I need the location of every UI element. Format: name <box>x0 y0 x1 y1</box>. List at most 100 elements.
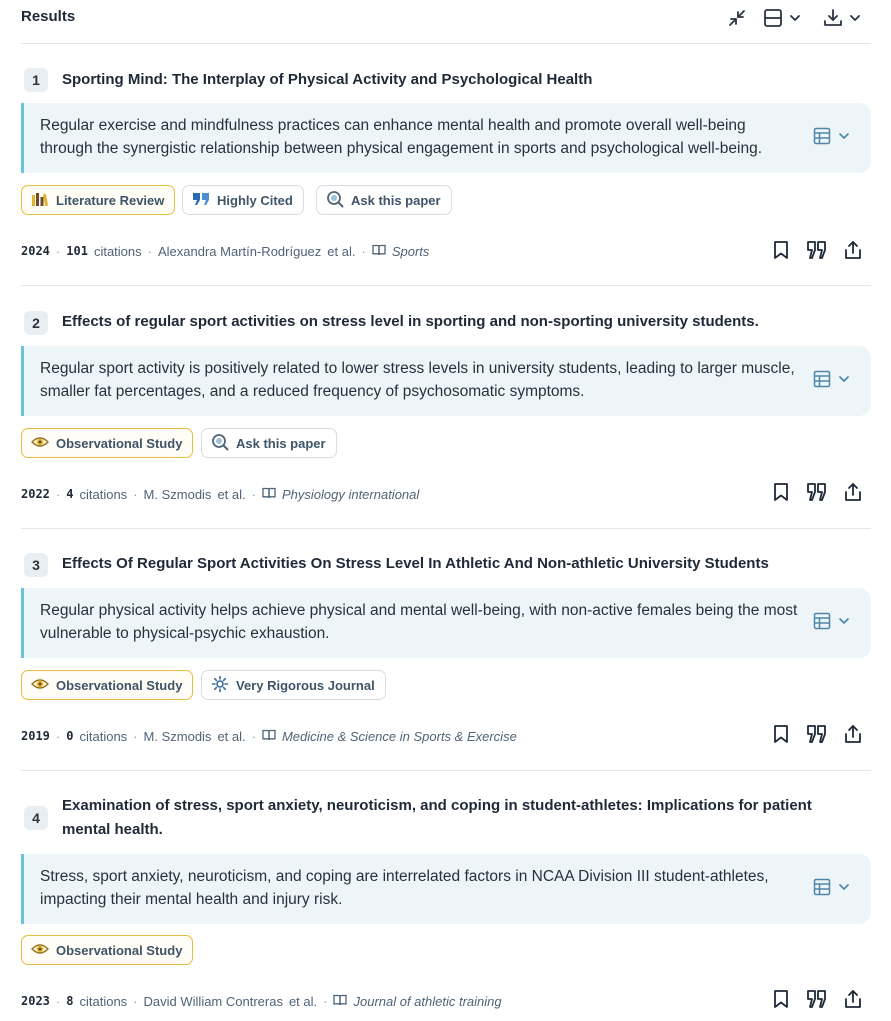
summary-box: Regular physical activity helps achieve … <box>21 588 871 658</box>
citation-count: 4 <box>66 487 74 501</box>
year: 2022 <box>21 487 50 501</box>
result-actions <box>769 482 865 506</box>
result-meta: 2023 · 8 citations · David William Contr… <box>21 993 502 1009</box>
bookmark-button[interactable] <box>769 240 793 264</box>
divider <box>21 528 871 529</box>
result-title[interactable]: Effects of regular sport activities on s… <box>62 310 842 334</box>
result-number: 4 <box>24 806 48 830</box>
result-title[interactable]: Sporting Mind: The Interplay of Physical… <box>62 68 842 92</box>
author-link[interactable]: Alexandra Martín-Rodríguez <box>158 244 321 259</box>
collapse-icon <box>726 7 748 29</box>
tag-observational-study[interactable]: Observational Study <box>21 428 194 458</box>
journal-book-icon <box>372 244 386 259</box>
journal-name[interactable]: Sports <box>392 244 430 259</box>
table-icon <box>813 127 831 150</box>
collapse-button[interactable] <box>726 6 748 30</box>
summary-expand-toggle[interactable] <box>813 878 855 900</box>
result-item: 4 Examination of stress, sport anxiety, … <box>21 787 871 1019</box>
author-link[interactable]: M. Szmodis <box>144 487 212 502</box>
et-al: et al. <box>217 728 246 744</box>
summary-text: Stress, sport anxiety, neuroticism, and … <box>40 868 769 908</box>
journal-name[interactable]: Journal of athletic training <box>353 994 501 1009</box>
share-button[interactable] <box>841 989 865 1013</box>
tag-very-rigorous-journal[interactable]: Very Rigorous Journal <box>201 670 386 700</box>
page-title: Results <box>21 8 76 25</box>
tag-label: Ask this paper <box>236 435 326 451</box>
tag-observational-study[interactable]: Observational Study <box>21 670 194 700</box>
chevron-down-icon <box>837 129 851 148</box>
summary-box: Stress, sport anxiety, neuroticism, and … <box>21 854 871 924</box>
summary-text: Regular exercise and mindfulness practic… <box>40 117 763 157</box>
share-button[interactable] <box>841 240 865 264</box>
author-link[interactable]: M. Szmodis <box>144 729 212 744</box>
eye-icon <box>31 942 49 959</box>
result-meta: 2024 · 101 citations · Alexandra Martín-… <box>21 243 430 259</box>
journal-name[interactable]: Medicine & Science in Sports & Exercise <box>282 729 517 744</box>
magnifier-icon <box>326 190 344 211</box>
cite-button[interactable] <box>805 989 829 1013</box>
result-number: 2 <box>24 311 48 335</box>
tag-highly-cited[interactable]: Highly Cited <box>182 185 304 215</box>
cite-button[interactable] <box>805 482 829 506</box>
tag-label: Ask this paper <box>351 192 441 208</box>
author-link[interactable]: David William Contreras <box>144 994 283 1009</box>
citations-label: citations <box>79 993 128 1009</box>
journal-name[interactable]: Physiology international <box>282 487 419 502</box>
share-button[interactable] <box>841 482 865 506</box>
gear-icon <box>211 675 229 696</box>
share-button[interactable] <box>841 724 865 748</box>
tag-label: Observational Study <box>56 435 183 451</box>
bookmark-button[interactable] <box>769 989 793 1013</box>
et-al: et al. <box>327 243 356 259</box>
eye-icon <box>31 435 49 452</box>
share-icon <box>844 240 862 265</box>
tag-label: Observational Study <box>56 677 183 693</box>
journal-book-icon <box>262 487 276 502</box>
download-icon <box>822 7 844 29</box>
summary-expand-toggle[interactable] <box>813 127 855 149</box>
eye-icon <box>31 677 49 694</box>
layout-icon <box>762 7 784 29</box>
result-item: 2 Effects of regular sport activities on… <box>21 302 871 512</box>
et-al: et al. <box>288 993 318 1009</box>
bookmark-icon <box>773 989 789 1014</box>
bookmark-button[interactable] <box>769 482 793 506</box>
layout-menu-button[interactable] <box>762 6 802 30</box>
share-icon <box>844 989 862 1014</box>
results-header: Results <box>21 0 871 44</box>
citation-count: 8 <box>66 994 74 1008</box>
cite-button[interactable] <box>805 240 829 264</box>
quote-icon <box>806 482 828 507</box>
bookmark-button[interactable] <box>769 724 793 748</box>
quote-badge-icon <box>192 191 210 210</box>
chevron-down-icon <box>837 880 851 899</box>
download-menu-button[interactable] <box>822 6 862 30</box>
result-number: 3 <box>24 553 48 577</box>
tag-label: Observational Study <box>56 942 183 958</box>
summary-box: Regular exercise and mindfulness practic… <box>21 103 871 173</box>
cite-button[interactable] <box>805 724 829 748</box>
summary-expand-toggle[interactable] <box>813 370 855 392</box>
chevron-down-icon <box>837 614 851 633</box>
journal-book-icon <box>262 729 276 744</box>
share-icon <box>844 482 862 507</box>
citations-label: citations <box>79 728 128 744</box>
table-icon <box>813 878 831 901</box>
chevron-down-icon <box>848 11 862 25</box>
tag-literature-review[interactable]: Literature Review <box>21 185 176 215</box>
tag-observational-study[interactable]: Observational Study <box>21 935 194 965</box>
tag-ask-this-paper[interactable]: Ask this paper <box>316 185 452 215</box>
bookmark-icon <box>773 240 789 265</box>
summary-text: Regular physical activity helps achieve … <box>40 602 798 642</box>
bookmark-icon <box>773 482 789 507</box>
result-title[interactable]: Effects Of Regular Sport Activities On S… <box>62 552 842 576</box>
quote-icon <box>806 240 828 265</box>
tag-label: Highly Cited <box>217 192 293 208</box>
year: 2023 <box>21 994 50 1008</box>
summary-expand-toggle[interactable] <box>813 612 855 634</box>
result-meta: 2019 · 0 citations · M. Szmodis et al. ·… <box>21 728 517 744</box>
citations-label: citations <box>79 486 128 502</box>
result-title[interactable]: Examination of stress, sport anxiety, ne… <box>62 794 842 842</box>
tag-ask-this-paper[interactable]: Ask this paper <box>201 428 337 458</box>
chevron-down-icon <box>788 11 802 25</box>
